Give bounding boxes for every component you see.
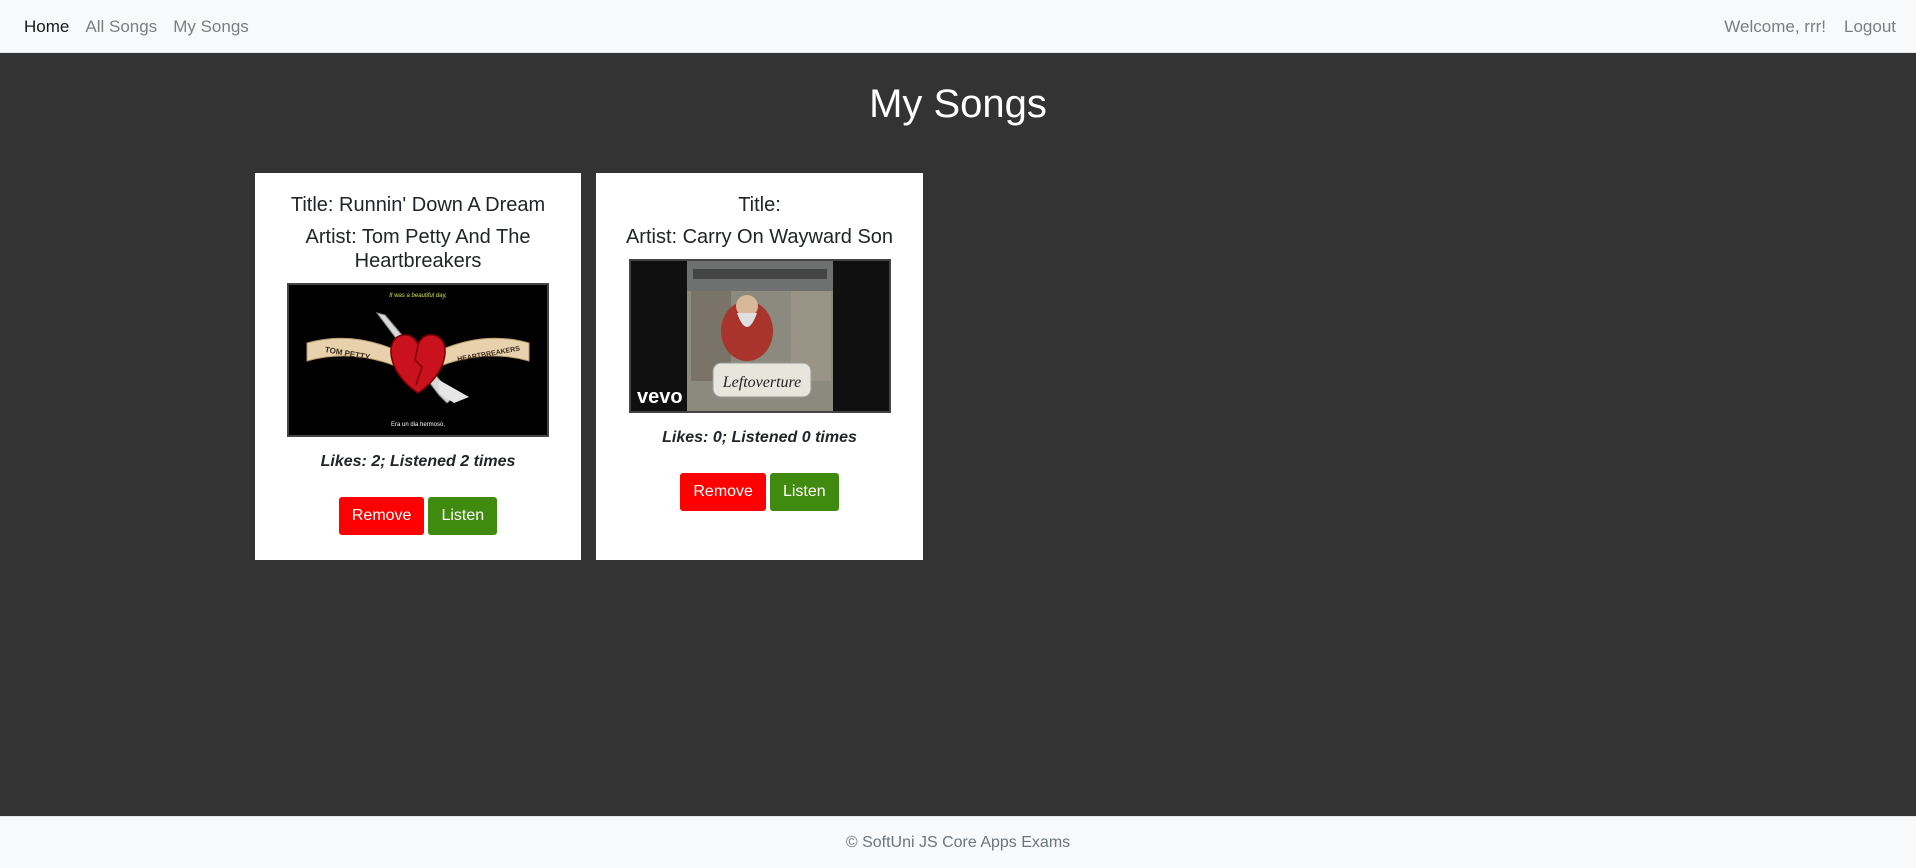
remove-button[interactable]: Remove (680, 473, 766, 511)
song-thumbnail[interactable]: Leftoverture vevo (628, 259, 891, 413)
song-title: Title: Runnin' Down A Dream (290, 194, 546, 216)
song-title: Title: (738, 194, 781, 216)
listen-button[interactable]: Listen (769, 473, 839, 511)
listen-button[interactable]: Listen (428, 497, 498, 535)
nav-my-songs-link[interactable]: My Songs (173, 17, 249, 37)
song-stats: Likes: 0; Listened 0 times (662, 429, 857, 446)
remove-button[interactable]: Remove (338, 497, 425, 535)
nav-left: Home All Songs My Songs (24, 0, 265, 53)
song-card: Title: Artist: Carry On Wayward Son Left… (596, 173, 923, 560)
heart-guitar-logo-image: It was a beautiful day, TOM PETTY HEARTB… (289, 285, 547, 435)
song-artist: Artist: Carry On Wayward Son (625, 226, 894, 248)
footer: © SoftUni JS Core Apps Exams (0, 816, 1916, 868)
vevo-logo-text: vevo (637, 386, 683, 408)
nav-home-link[interactable]: Home (24, 17, 69, 37)
top-navbar: Home All Songs My Songs Welcome, rrr! Lo… (0, 0, 1916, 53)
thumb-bottom-text: Era un dia hermoso, (391, 422, 445, 428)
song-actions: Remove Listen (255, 497, 581, 535)
page-title: My Songs (869, 82, 1047, 126)
song-card: Title: Runnin' Down A Dream Artist: Tom … (255, 173, 581, 560)
nav-all-songs-link[interactable]: All Songs (85, 17, 157, 37)
nav-right: Welcome, rrr! Logout (1706, 0, 1896, 53)
logout-link[interactable]: Logout (1844, 17, 1896, 37)
thumb-top-text: It was a beautiful day, (389, 293, 447, 299)
song-thumbnail[interactable]: It was a beautiful day, TOM PETTY HEARTB… (287, 283, 549, 437)
welcome-text: Welcome, rrr! (1724, 16, 1826, 36)
song-artist: Artist: Tom Petty And The Heartbreakers (305, 226, 531, 272)
song-stats: Likes: 2; Listened 2 times (320, 453, 516, 470)
album-cover-image: Leftoverture vevo (630, 261, 889, 411)
song-actions: Remove Listen (596, 473, 923, 511)
thumb-caption: Leftoverture (721, 374, 801, 391)
